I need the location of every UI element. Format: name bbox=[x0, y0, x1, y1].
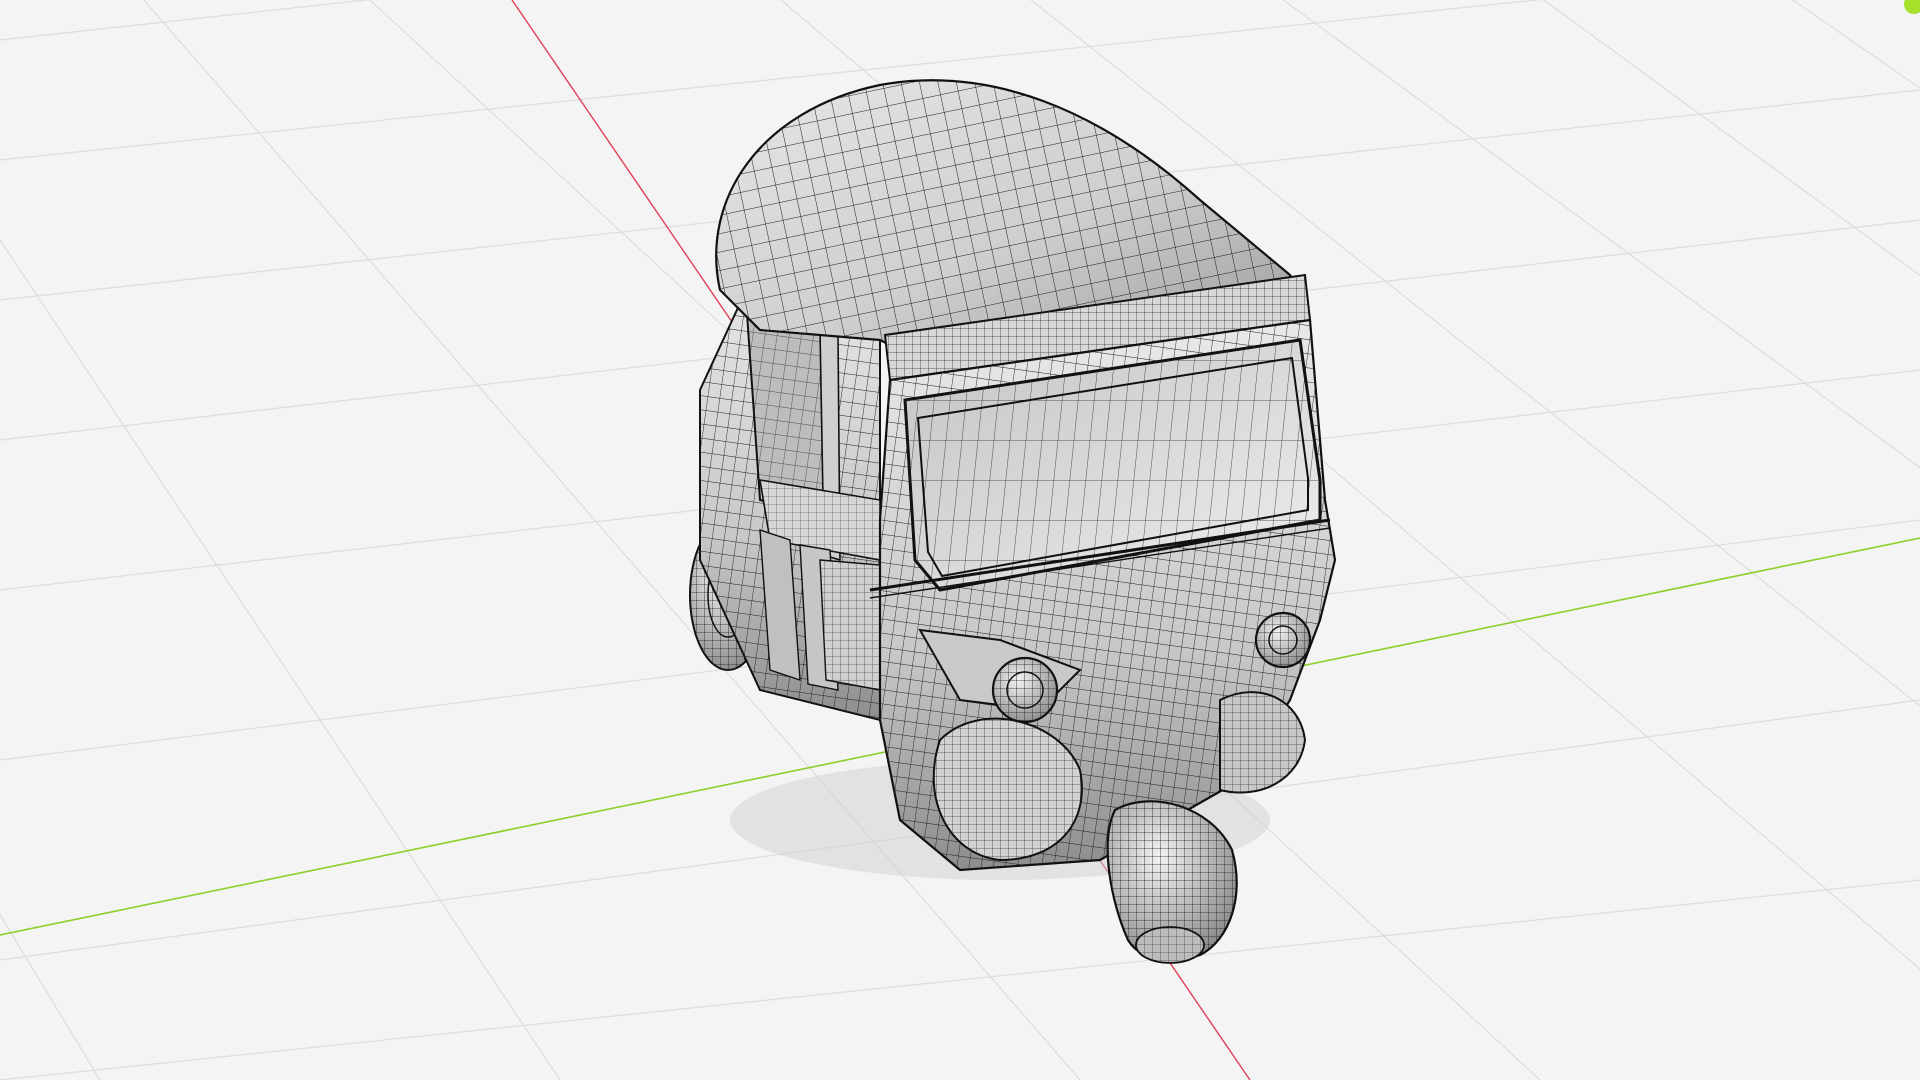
tuk-tuk-model[interactable] bbox=[689, 79, 1337, 964]
right-headlight bbox=[1254, 611, 1312, 669]
viewport-canvas[interactable] bbox=[0, 0, 1920, 1080]
3d-viewport[interactable] bbox=[0, 0, 1920, 1080]
status-indicator bbox=[1904, 0, 1920, 14]
